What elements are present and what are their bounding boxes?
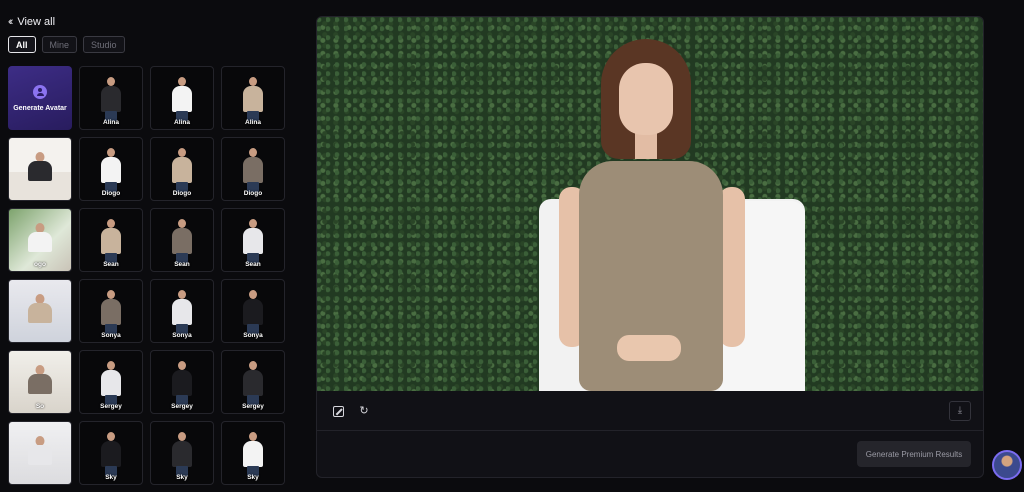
avatar-name: ogo bbox=[34, 261, 46, 268]
avatar-name: Diogo bbox=[172, 190, 192, 197]
avatar-figure bbox=[241, 77, 265, 125]
generate-avatar-tile[interactable]: Generate Avatar bbox=[8, 66, 72, 130]
avatar-tile[interactable]: Sean bbox=[150, 208, 214, 272]
preview-toolbar: ↻ ⤓ bbox=[317, 391, 983, 431]
avatar-name: Sean bbox=[174, 261, 190, 268]
avatar-tile[interactable]: Sean bbox=[221, 208, 285, 272]
avatar-tile[interactable] bbox=[8, 279, 72, 343]
avatar-figure bbox=[28, 436, 52, 484]
avatar-figure bbox=[99, 361, 123, 409]
download-icon: ⤓ bbox=[957, 405, 963, 416]
generate-premium-results-button[interactable]: Generate Premium Results bbox=[857, 441, 971, 467]
avatar-name: Sergey bbox=[100, 403, 122, 410]
avatar-figure bbox=[170, 219, 194, 267]
avatar-plus-icon bbox=[33, 84, 47, 99]
avatar-name: Alina bbox=[103, 119, 119, 126]
double-chevron-left-icon: ‹‹ bbox=[8, 16, 14, 28]
avatar-tile[interactable] bbox=[8, 137, 72, 201]
avatar-figure bbox=[170, 148, 194, 196]
avatar-tile[interactable]: Alina bbox=[221, 66, 285, 130]
download-button[interactable]: ⤓ bbox=[949, 401, 971, 421]
view-all-link[interactable]: ‹‹ View all bbox=[8, 16, 55, 28]
avatar-tile[interactable]: Sergey bbox=[79, 350, 143, 414]
avatar-tile[interactable]: Sonya bbox=[150, 279, 214, 343]
view-all-label: View all bbox=[17, 16, 56, 28]
avatar-library-panel: ‹‹ View all All Mine Studio Generate Ava… bbox=[0, 0, 290, 492]
avatar-tile[interactable]: ogo bbox=[8, 208, 72, 272]
avatar-tile[interactable]: Diogo bbox=[150, 137, 214, 201]
filter-studio[interactable]: Studio bbox=[83, 36, 125, 53]
avatar-grid: Generate Avatar Alina Alina Alina Diogo Diog… bbox=[8, 66, 285, 485]
avatar-tile[interactable]: Sergey bbox=[221, 350, 285, 414]
avatar-figure bbox=[28, 152, 52, 200]
avatar-figure bbox=[170, 290, 194, 338]
avatar-figure bbox=[99, 219, 123, 267]
avatar-tile[interactable]: Diogo bbox=[221, 137, 285, 201]
avatar-name: Sean bbox=[245, 261, 261, 268]
avatar-name: Sonya bbox=[101, 332, 121, 339]
avatar-name: Sean bbox=[103, 261, 119, 268]
avatar-face bbox=[619, 63, 673, 135]
avatar-tile[interactable]: Sky bbox=[79, 421, 143, 485]
avatar-figure bbox=[241, 432, 265, 480]
avatar-name: Sergey bbox=[242, 403, 264, 410]
filter-mine[interactable]: Mine bbox=[41, 36, 78, 53]
avatar-figure bbox=[170, 361, 194, 409]
avatar-figure bbox=[28, 294, 52, 342]
user-avatar-button[interactable] bbox=[992, 450, 1022, 480]
avatar-tile[interactable]: Sky bbox=[221, 421, 285, 485]
filter-all[interactable]: All bbox=[8, 36, 36, 53]
avatar-figure bbox=[241, 219, 265, 267]
filter-tabs: All Mine Studio bbox=[8, 36, 125, 53]
crop-icon[interactable] bbox=[333, 406, 344, 417]
avatar-preview-video[interactable] bbox=[317, 17, 983, 391]
avatar-tile[interactable]: Sergey bbox=[150, 350, 214, 414]
avatar-figure bbox=[241, 361, 265, 409]
avatar-tile[interactable]: Sky bbox=[150, 421, 214, 485]
avatar-figure bbox=[170, 77, 194, 125]
avatar-name: Sky bbox=[105, 474, 117, 481]
avatar-figure bbox=[170, 432, 194, 480]
avatar-name: Sky bbox=[176, 474, 188, 481]
avatar-figure bbox=[99, 290, 123, 338]
avatar-name: Sonya bbox=[243, 332, 263, 339]
avatar-tile[interactable]: Diogo bbox=[79, 137, 143, 201]
avatar-name: Sonya bbox=[172, 332, 192, 339]
avatar-name: So bbox=[35, 403, 45, 410]
avatar-tile[interactable]: Sean bbox=[79, 208, 143, 272]
avatar-name: Sergey bbox=[171, 403, 193, 410]
avatar-name: Diogo bbox=[101, 190, 121, 197]
avatar-name: Alina bbox=[174, 119, 190, 126]
refresh-icon[interactable]: ↻ bbox=[357, 404, 371, 418]
avatar-tile[interactable] bbox=[8, 421, 72, 485]
avatar-figure bbox=[99, 77, 123, 125]
avatar-tile[interactable]: Alina bbox=[79, 66, 143, 130]
preview-panel: ↻ ⤓ Generate Premium Results bbox=[316, 16, 984, 478]
avatar-figure bbox=[99, 148, 123, 196]
avatar-figure bbox=[241, 148, 265, 196]
avatar-hands bbox=[617, 335, 681, 361]
avatar-tile[interactable]: Alina bbox=[150, 66, 214, 130]
avatar-name: Sky bbox=[247, 474, 259, 481]
avatar-tile[interactable]: So bbox=[8, 350, 72, 414]
generate-avatar-label: Generate Avatar bbox=[13, 104, 67, 112]
avatar-figure bbox=[99, 432, 123, 480]
avatar-figure bbox=[241, 290, 265, 338]
avatar-tile[interactable]: Sonya bbox=[221, 279, 285, 343]
avatar-tile[interactable]: Sonya bbox=[79, 279, 143, 343]
avatar-name: Diogo bbox=[243, 190, 263, 197]
avatar-name: Alina bbox=[245, 119, 261, 126]
